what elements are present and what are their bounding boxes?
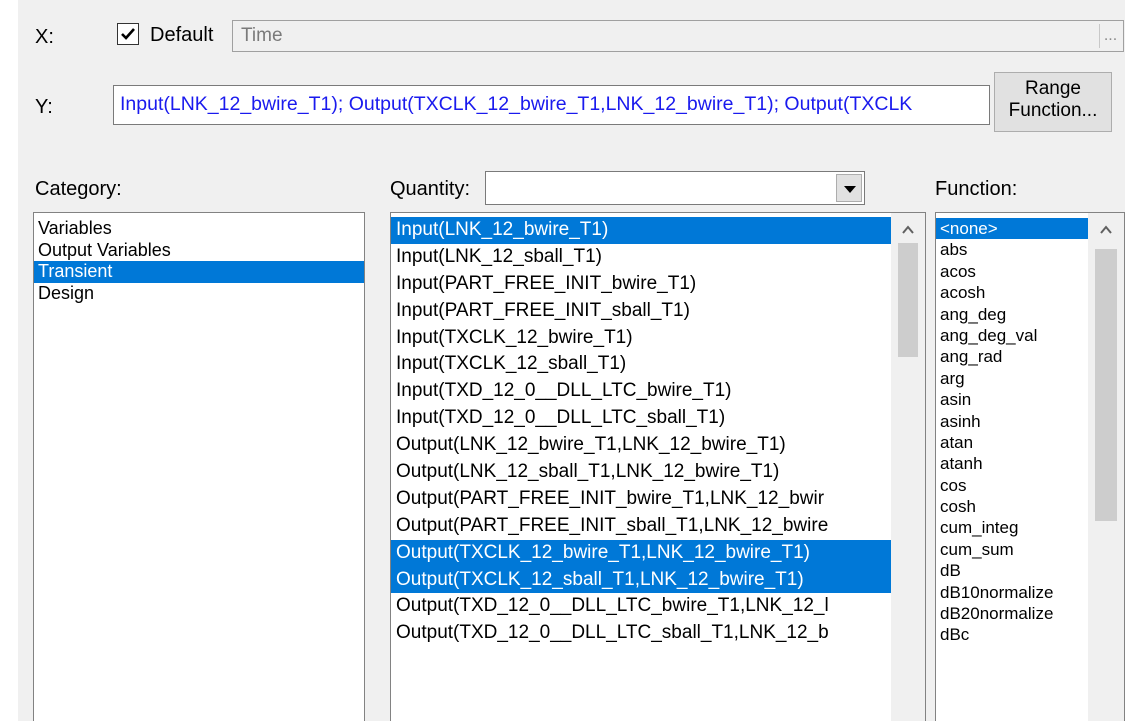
quantity-item[interactable]: Input(TXCLK_12_bwire_T1) [391, 325, 893, 352]
default-label: Default [150, 24, 214, 46]
quantity-item[interactable]: Input(TXCLK_12_sball_T1) [391, 351, 893, 378]
function-item[interactable]: abs [936, 239, 1088, 260]
function-item[interactable]: cum_sum [936, 539, 1088, 560]
category-item-transient[interactable]: Transient [34, 261, 364, 283]
function-item[interactable]: dBc [936, 624, 1088, 645]
quantity-filter-dropdown-button[interactable] [836, 174, 862, 202]
quantity-item[interactable]: Input(LNK_12_sball_T1) [391, 244, 893, 271]
function-item[interactable]: dB [936, 560, 1088, 581]
function-item[interactable]: dB20normalize [936, 603, 1088, 624]
quantity-item[interactable]: Input(PART_FREE_INIT_sball_T1) [391, 298, 893, 325]
function-item[interactable]: <none> [936, 218, 1088, 240]
quantity-listbox[interactable]: Input(LNK_12_bwire_T1) Input(LNK_12_sbal… [390, 212, 926, 721]
quantity-item[interactable]: Output(TXCLK_12_sball_T1,LNK_12_bwire_T1… [391, 566, 893, 594]
quantity-item[interactable]: Input(TXD_12_0__DLL_LTC_bwire_T1) [391, 378, 893, 405]
function-item[interactable]: asinh [936, 411, 1088, 432]
function-item[interactable]: atan [936, 432, 1088, 453]
chevron-up-icon[interactable] [900, 223, 916, 237]
function-item[interactable]: atanh [936, 453, 1088, 474]
function-item[interactable]: cosh [936, 496, 1088, 517]
function-item[interactable]: dB10normalize [936, 582, 1088, 603]
quantity-item[interactable]: Output(TXD_12_0__DLL_LTC_sball_T1,LNK_12… [391, 620, 893, 647]
quantity-item[interactable]: Input(LNK_12_bwire_T1) [391, 217, 893, 244]
quantity-scrollbar[interactable] [891, 213, 925, 721]
quantity-item[interactable]: Output(PART_FREE_INIT_bwire_T1,LNK_12_bw… [391, 486, 893, 513]
function-scroll-thumb[interactable] [1095, 249, 1117, 521]
quantity-item[interactable]: Input(TXD_12_0__DLL_LTC_sball_T1) [391, 405, 893, 432]
quantity-label: Quantity: [390, 178, 471, 200]
triangle-down-icon [844, 186, 856, 193]
category-item-design[interactable]: Design [34, 283, 364, 305]
quantity-item[interactable]: Output(TXCLK_12_bwire_T1,LNK_12_bwire_T1… [391, 539, 893, 567]
y-label: Y: [35, 96, 53, 118]
function-item[interactable]: ang_deg [936, 304, 1088, 325]
range-function-line2: Function... [1008, 100, 1098, 121]
dialog-panel: X: Default Time ... Y: Input(LNK_12_bwir… [18, 0, 1125, 721]
category-item-variables[interactable]: Variables [34, 218, 364, 240]
category-item-output-variables[interactable]: Output Variables [34, 240, 364, 262]
x-expression-value: Time [241, 25, 283, 46]
function-item[interactable]: cum_integ [936, 517, 1088, 538]
range-function-line1: Range [1025, 78, 1081, 99]
function-item[interactable]: ang_rad [936, 346, 1088, 367]
quantity-item[interactable]: Output(LNK_12_bwire_T1,LNK_12_bwire_T1) [391, 432, 893, 459]
checkmark-icon [121, 28, 135, 40]
quantity-scroll-thumb[interactable] [898, 243, 918, 357]
function-item[interactable]: arg [936, 368, 1088, 389]
category-label: Category: [35, 178, 122, 200]
function-item[interactable]: ang_deg_val [936, 325, 1088, 346]
function-item[interactable]: acosh [936, 282, 1088, 303]
default-checkbox[interactable] [117, 23, 139, 45]
quantity-item[interactable]: Output(LNK_12_sball_T1,LNK_12_bwire_T1) [391, 459, 893, 486]
chevron-up-icon[interactable] [1098, 223, 1114, 237]
quantity-item[interactable]: Output(TXD_12_0__DLL_LTC_bwire_T1,LNK_12… [391, 593, 893, 620]
function-item[interactable]: asin [936, 389, 1088, 410]
quantity-filter-combo[interactable] [485, 171, 865, 205]
quantity-item[interactable]: Output(PART_FREE_INIT_sball_T1,LNK_12_bw… [391, 513, 893, 540]
x-browse-button[interactable]: ... [1099, 24, 1121, 48]
x-expression-field[interactable]: Time ... [232, 20, 1124, 52]
function-label: Function: [935, 178, 1018, 200]
category-listbox[interactable]: Variables Output Variables Transient Des… [33, 212, 365, 721]
function-item[interactable]: cos [936, 475, 1088, 496]
y-expression-field[interactable]: Input(LNK_12_bwire_T1); Output(TXCLK_12_… [113, 85, 990, 125]
function-listbox[interactable]: <none> abs acos acosh ang_deg ang_deg_va… [935, 212, 1125, 721]
range-function-button[interactable]: Range Function... [994, 72, 1112, 132]
function-scrollbar[interactable] [1088, 213, 1124, 721]
quantity-item[interactable]: Input(PART_FREE_INIT_bwire_T1) [391, 271, 893, 298]
x-label: X: [35, 26, 54, 48]
function-item[interactable]: acos [936, 261, 1088, 282]
